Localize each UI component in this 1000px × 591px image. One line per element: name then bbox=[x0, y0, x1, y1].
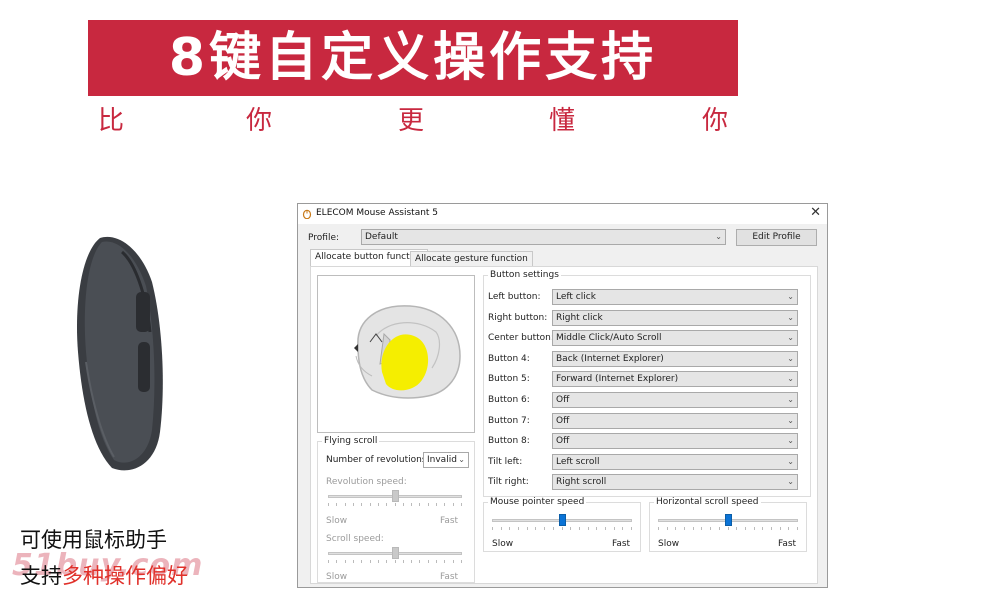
revolutions-value: Invalid bbox=[427, 455, 457, 465]
scroll-speed-label: Scroll speed: bbox=[326, 534, 384, 544]
subtitle-char-5: 你 bbox=[702, 106, 729, 136]
chevron-down-icon: ⌄ bbox=[787, 456, 794, 466]
button-setting-value: Off bbox=[556, 436, 570, 447]
mouse-pointer-speed-title: Mouse pointer speed bbox=[488, 497, 587, 507]
horizontal-slow-label: Slow bbox=[658, 539, 680, 549]
scroll-speed-slider[interactable] bbox=[328, 547, 462, 563]
chevron-down-icon: ⌄ bbox=[787, 374, 794, 384]
revolutions-label: Number of revolutions: bbox=[326, 455, 430, 465]
mouse-pointer-speed-group: Mouse pointer speed Slow Fast bbox=[483, 497, 641, 552]
mouse-preview-box bbox=[317, 275, 475, 433]
slider-ticks bbox=[492, 527, 632, 530]
button-setting-value: Back (Internet Explorer) bbox=[556, 353, 664, 364]
slider-ticks bbox=[328, 503, 462, 506]
slider-ticks bbox=[658, 527, 798, 530]
scroll-slow-label: Slow bbox=[326, 572, 348, 582]
horizontal-fast-label: Fast bbox=[778, 539, 797, 549]
slider-thumb[interactable] bbox=[558, 514, 566, 526]
button-setting-value: Off bbox=[556, 395, 570, 405]
button-settings-title: Button settings bbox=[488, 270, 561, 280]
button-setting-select[interactable]: Back (Internet Explorer) ⌄ bbox=[552, 350, 798, 367]
button-setting-label: Center button: bbox=[488, 333, 554, 344]
button-setting-value: Right scroll bbox=[556, 477, 607, 488]
app-mouse-icon bbox=[302, 209, 312, 219]
button-setting-label: Button 7: bbox=[488, 415, 530, 426]
profile-select[interactable]: Default ⌄ bbox=[361, 229, 726, 245]
elecom-window: ELECOM Mouse Assistant 5 ✕ Profile: Defa… bbox=[297, 203, 828, 588]
button-setting-select[interactable]: Off ⌄ bbox=[552, 412, 798, 429]
subtitle-char-2: 你 bbox=[246, 106, 273, 136]
button-setting-label: Right button: bbox=[488, 312, 548, 323]
button-setting-value: Right click bbox=[556, 312, 603, 323]
button-setting-select[interactable]: Off ⌄ bbox=[552, 392, 798, 408]
slider-thumb[interactable] bbox=[724, 514, 732, 526]
chevron-down-icon: ⌄ bbox=[787, 395, 794, 404]
profile-select-value: Default bbox=[365, 232, 398, 242]
chevron-down-icon: ⌄ bbox=[715, 232, 722, 241]
button-setting-value: Off bbox=[556, 415, 570, 426]
scroll-fast-label: Fast bbox=[440, 572, 459, 582]
slider-thumb[interactable] bbox=[391, 490, 399, 502]
chevron-down-icon: ⌄ bbox=[787, 353, 794, 363]
pointer-fast-label: Fast bbox=[612, 539, 631, 549]
button-setting-label: Button 8: bbox=[488, 436, 530, 447]
button-setting-label: Button 5: bbox=[488, 374, 530, 385]
slider-thumb[interactable] bbox=[391, 547, 399, 559]
chevron-down-icon: ⌄ bbox=[787, 436, 794, 446]
button-setting-value: Left click bbox=[556, 292, 596, 302]
tab-allocate-gesture-function[interactable]: Allocate gesture function bbox=[410, 251, 533, 266]
button-setting-select[interactable]: Left scroll ⌄ bbox=[552, 453, 798, 470]
button-setting-label: Button 4: bbox=[488, 353, 530, 364]
button-setting-value: Middle Click/Auto Scroll bbox=[556, 333, 662, 344]
caption-line-2: 支持多种操作偏好 bbox=[20, 560, 188, 590]
subtitle-char-1: 比 bbox=[98, 106, 125, 136]
button-setting-label: Tilt left: bbox=[488, 456, 523, 467]
revolution-speed-label: Revolution speed: bbox=[326, 477, 407, 487]
button-setting-select[interactable]: Left click ⌄ bbox=[552, 289, 798, 305]
mouse-pointer-speed-slider[interactable] bbox=[492, 514, 632, 530]
revolution-fast-label: Fast bbox=[440, 516, 459, 526]
button-setting-select[interactable]: Forward (Internet Explorer) ⌄ bbox=[552, 371, 798, 388]
edit-profile-button[interactable]: Edit Profile bbox=[736, 229, 817, 246]
revolutions-select[interactable]: Invalid ⌄ bbox=[423, 452, 469, 468]
horizontal-scroll-speed-title: Horizontal scroll speed bbox=[654, 497, 761, 507]
caption-line-2-prefix: 支持 bbox=[20, 564, 62, 588]
profile-label: Profile: bbox=[308, 233, 340, 243]
title-bar: ELECOM Mouse Assistant 5 ✕ bbox=[298, 204, 827, 224]
button-setting-select[interactable]: Off ⌄ bbox=[552, 433, 798, 450]
mouse-side-image bbox=[76, 236, 163, 471]
banner-title: 8键自定义操作支持 bbox=[88, 20, 738, 96]
button-setting-value: Forward (Internet Explorer) bbox=[556, 374, 679, 385]
chevron-down-icon: ⌄ bbox=[787, 312, 794, 322]
tab-content-panel: Flying scroll Number of revolutions: Inv… bbox=[310, 266, 818, 584]
horizontal-scroll-speed-slider[interactable] bbox=[658, 514, 798, 530]
horizontal-scroll-speed-group: Horizontal scroll speed Slow Fast bbox=[649, 497, 807, 552]
button-setting-select[interactable]: Right scroll ⌄ bbox=[552, 474, 798, 491]
revolution-speed-slider[interactable] bbox=[328, 490, 462, 506]
pointer-slow-label: Slow bbox=[492, 539, 514, 549]
subtitle-char-4: 懂 bbox=[549, 106, 576, 136]
flying-scroll-title: Flying scroll bbox=[322, 436, 380, 446]
chevron-down-icon: ⌄ bbox=[787, 477, 794, 487]
chevron-down-icon: ⌄ bbox=[787, 333, 794, 343]
button-setting-label: Button 6: bbox=[488, 395, 530, 405]
caption-line-2-highlight: 多种操作偏好 bbox=[62, 564, 188, 588]
chevron-down-icon: ⌄ bbox=[787, 415, 794, 425]
chevron-down-icon: ⌄ bbox=[458, 455, 465, 464]
close-icon[interactable]: ✕ bbox=[810, 205, 821, 220]
button-setting-select[interactable]: Right click ⌄ bbox=[552, 309, 798, 326]
flying-scroll-group: Flying scroll Number of revolutions: Inv… bbox=[317, 436, 475, 583]
button-setting-value: Left scroll bbox=[556, 456, 600, 467]
chevron-down-icon: ⌄ bbox=[787, 292, 794, 301]
subtitle-char-3: 更 bbox=[398, 106, 425, 136]
mouse-preview-image bbox=[354, 305, 461, 399]
button-setting-label: Tilt right: bbox=[488, 477, 529, 488]
window-title: ELECOM Mouse Assistant 5 bbox=[316, 208, 439, 218]
revolution-slow-label: Slow bbox=[326, 516, 348, 526]
button-setting-label: Left button: bbox=[488, 292, 541, 302]
slider-ticks bbox=[328, 560, 462, 563]
button-setting-select[interactable]: Middle Click/Auto Scroll ⌄ bbox=[552, 330, 798, 347]
button-settings-group: Button settings Left button: Left click ⌄ R… bbox=[483, 270, 811, 497]
